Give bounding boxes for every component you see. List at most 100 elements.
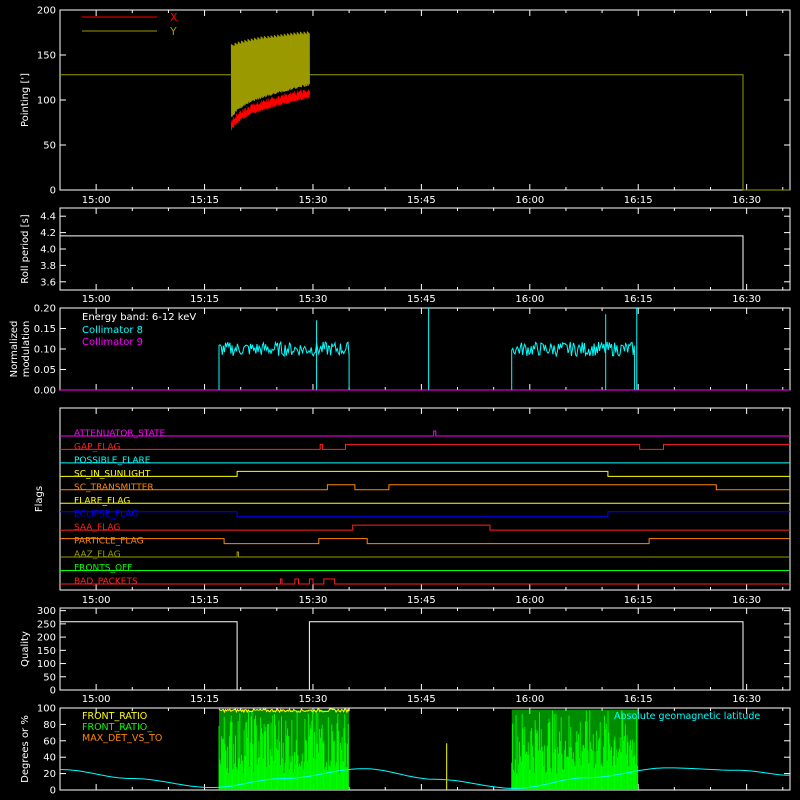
ratios-ytick-label: 20 bbox=[43, 769, 56, 780]
ratios-ytick-label: 40 bbox=[43, 753, 56, 764]
roll-xtick-label: 15:30 bbox=[299, 294, 328, 305]
energy-band-annotation: Energy band: 6-12 keV bbox=[82, 312, 196, 323]
pointing-ytick-label: 150 bbox=[37, 51, 56, 62]
ylabel: Degrees or % bbox=[20, 715, 31, 783]
flags-xtick-label: 15:15 bbox=[190, 595, 219, 606]
quality-xtick-label: 16:15 bbox=[624, 694, 653, 705]
collimator8-segment-0 bbox=[218, 340, 350, 390]
flag-label-flare-flag: FLARE_FLAG bbox=[74, 496, 130, 506]
quality-xtick-label: 16:30 bbox=[732, 694, 761, 705]
modulation-ytick-label: 0.10 bbox=[34, 345, 56, 356]
flag-line-aaz-flag bbox=[60, 551, 790, 558]
roll-ytick-label: 3.8 bbox=[40, 261, 56, 272]
quality-xtick-label: 16:00 bbox=[515, 694, 544, 705]
roll-xtick-label: 15:15 bbox=[190, 294, 219, 305]
geomagnetic-annotation: Absolute geomagnetic latitude bbox=[614, 711, 760, 722]
ylabel: Pointing ['] bbox=[20, 73, 31, 127]
flags-xtick-label: 15:45 bbox=[407, 595, 436, 606]
chart-stage: 15:00 15:15 15:30 15:45 16:00 16:15 16:30 0 50 10… bbox=[0, 0, 800, 800]
modulation-ytick-label: 0.00 bbox=[34, 386, 56, 397]
flags-xtick-label: 15:30 bbox=[299, 595, 328, 606]
flag-label-attenuator-state: ATTENUATOR_STATE bbox=[74, 429, 166, 439]
modulation-ytick-label: 0.15 bbox=[34, 324, 56, 335]
flag-label-aaz-flag: AAZ_FLAG bbox=[74, 550, 121, 560]
collimator8-segment-1 bbox=[511, 341, 636, 390]
roll-frame bbox=[59, 207, 791, 291]
flag-line-saa-flag bbox=[60, 524, 790, 531]
pointing-baseline-line bbox=[60, 74, 790, 191]
pointing-xtick-label: 15:45 bbox=[407, 195, 436, 206]
ylabel: Flags bbox=[34, 486, 45, 512]
modulation-ytick-label: 0.05 bbox=[34, 365, 56, 376]
quality-ytick-label: 0 bbox=[50, 686, 56, 697]
ratios-ytick-label: 60 bbox=[43, 736, 56, 747]
pointing-xtick-label: 15:00 bbox=[82, 195, 111, 206]
ylabel: modulation bbox=[21, 321, 32, 378]
ratios-ytick-label: 100 bbox=[37, 704, 56, 715]
quality-ytick-label: 50 bbox=[43, 672, 56, 683]
flag-label-sc-transmitter: SC_TRANSMITTER bbox=[74, 483, 154, 493]
flag-label-sc-in-sunlight: SC_IN_SUNLIGHT bbox=[74, 469, 151, 479]
ylabel: Roll period [s] bbox=[20, 214, 31, 283]
flags-xtick-label: 16:00 bbox=[515, 595, 544, 606]
roll-xtick-label: 15:00 bbox=[82, 294, 111, 305]
pointing-ytick-label: 50 bbox=[43, 141, 56, 152]
roll-period-line bbox=[60, 235, 744, 290]
legend-label-ratio-2: MAX_DET_VS_TO bbox=[82, 733, 162, 744]
roll-xtick-label: 16:30 bbox=[732, 294, 761, 305]
legend-label-collimator-8: Collimator 8 bbox=[82, 325, 143, 336]
pointing-xtick-label: 16:30 bbox=[732, 195, 761, 206]
roll-ytick-label: 4.2 bbox=[40, 228, 56, 239]
roll-ytick-label: 4.0 bbox=[40, 245, 56, 256]
flag-line-eclipse-flag bbox=[60, 511, 790, 518]
flag-label-fronts-off: FRONTS_OFF bbox=[74, 564, 132, 574]
pointing-xtick-label: 16:15 bbox=[624, 195, 653, 206]
quality-ytick-label: 200 bbox=[37, 633, 56, 644]
flags-xtick-label: 16:15 bbox=[624, 595, 653, 606]
legend-label-collimator-9: Collimator 9 bbox=[82, 337, 143, 348]
flag-line-sc-transmitter bbox=[60, 484, 790, 491]
quality-ytick-label: 150 bbox=[37, 646, 56, 657]
modulation-ytick-label: 0.20 bbox=[34, 304, 56, 315]
legend-label-ratio-0: FRONT_RATIO bbox=[82, 711, 147, 722]
flag-line-bad-packets bbox=[60, 578, 790, 585]
flag-line-particle-flag bbox=[60, 538, 790, 545]
legend-label-ratio-1: FRONT_RATIO_ bbox=[82, 722, 152, 733]
quality-xtick-label: 15:30 bbox=[299, 694, 328, 705]
quality-ytick-label: 300 bbox=[37, 606, 56, 617]
quality-frame bbox=[59, 607, 791, 691]
ylabel: Quality bbox=[20, 631, 31, 667]
flag-line-gap-flag bbox=[60, 443, 790, 450]
flags-xtick-label: 15:00 bbox=[82, 595, 111, 606]
pointing-xtick-label: 15:30 bbox=[299, 195, 328, 206]
flag-label-saa-flag: SAA_FLAG bbox=[74, 523, 120, 533]
flags-xtick-label: 16:30 bbox=[732, 595, 761, 606]
roll-xtick-label: 16:00 bbox=[515, 294, 544, 305]
pointing-ytick-label: 0 bbox=[50, 186, 56, 197]
flag-label-bad-packets: BAD_PACKETS bbox=[74, 577, 138, 587]
quality-ytick-label: 100 bbox=[37, 659, 56, 670]
flag-label-gap-flag: GAP_FLAG bbox=[74, 442, 120, 452]
quality-line bbox=[60, 621, 790, 691]
flags-frame bbox=[59, 407, 791, 591]
pointing-xtick-label: 16:00 bbox=[515, 195, 544, 206]
chart-svg: 15:00 15:15 15:30 15:45 16:00 16:15 16:30 0 50 10… bbox=[9, 6, 791, 797]
roll-ytick-label: 4.4 bbox=[40, 212, 56, 223]
pointing-xtick-label: 15:15 bbox=[190, 195, 219, 206]
ratios-ytick-label: 0 bbox=[50, 786, 56, 797]
quality-ytick-label: 250 bbox=[37, 619, 56, 630]
pointing-ytick-label: 100 bbox=[37, 96, 56, 107]
quality-xtick-label: 15:00 bbox=[82, 694, 111, 705]
ylabel: Normalized bbox=[9, 321, 20, 378]
roll-ytick-label: 3.6 bbox=[40, 277, 56, 288]
flag-label-possible-flare: POSSIBLE_FLARE bbox=[74, 456, 151, 466]
flag-line-sc-in-sunlight bbox=[60, 470, 790, 477]
geomagnetic-latitude-line bbox=[59, 767, 790, 789]
pointing-ytick-label: 200 bbox=[37, 6, 56, 17]
front-ratio-band bbox=[219, 709, 350, 790]
ratios-ytick-label: 80 bbox=[43, 720, 56, 731]
quality-xtick-label: 15:45 bbox=[407, 694, 436, 705]
flag-line-attenuator-state bbox=[60, 430, 790, 437]
legend-label-x: X bbox=[170, 11, 178, 24]
quality-xtick-label: 15:15 bbox=[190, 694, 219, 705]
